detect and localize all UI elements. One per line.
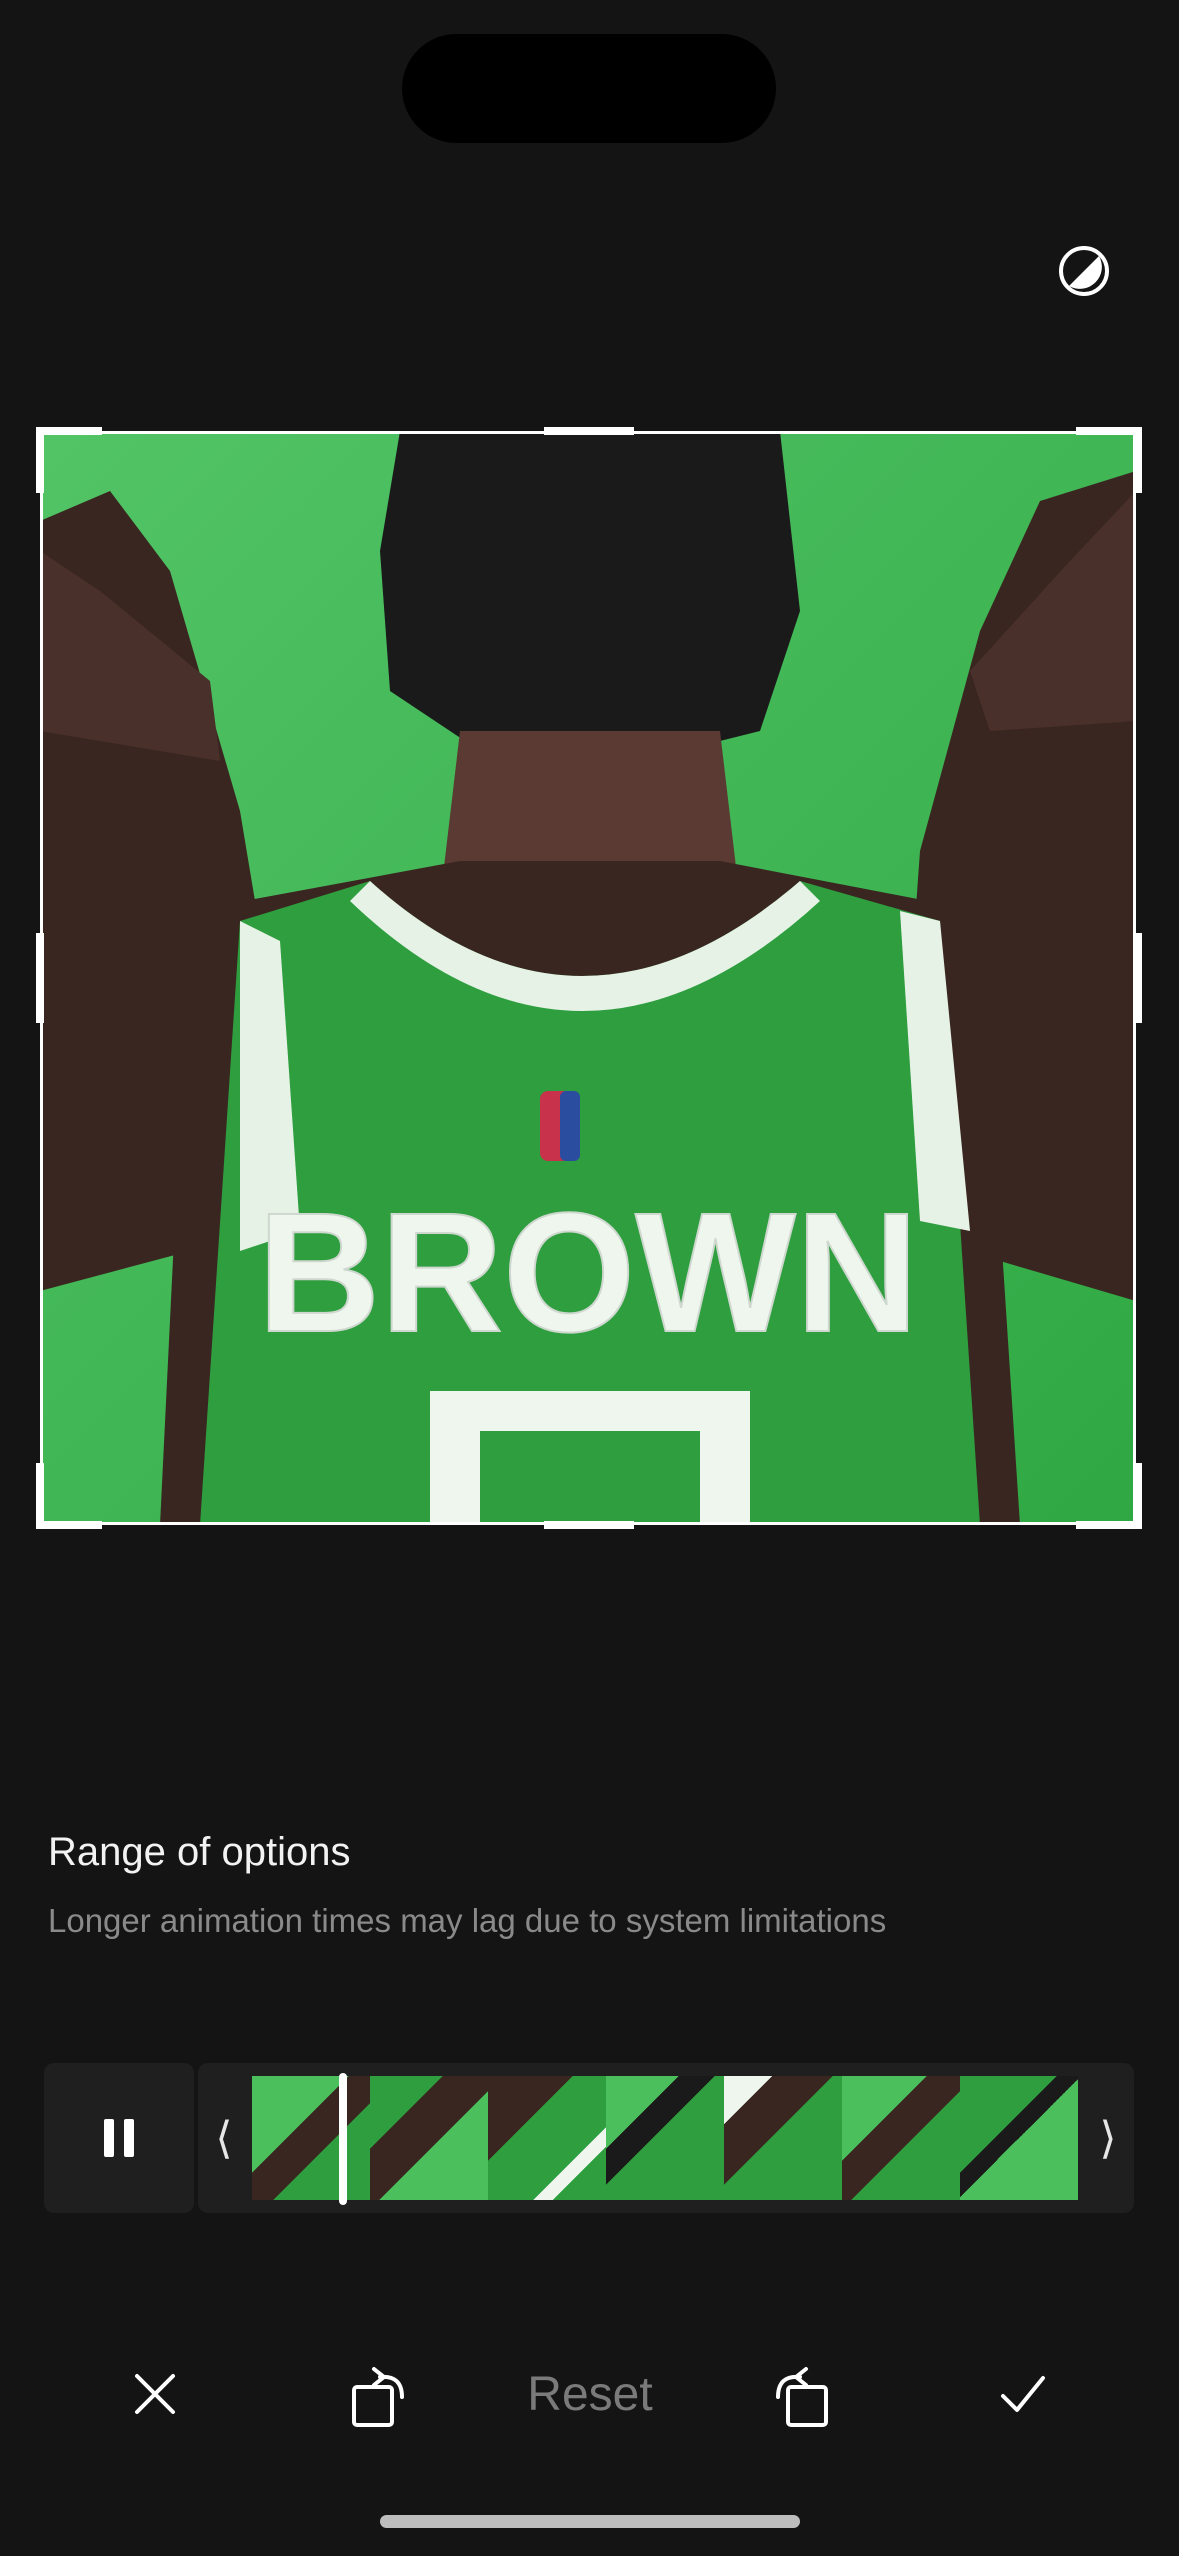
reset-label: Reset	[527, 2367, 653, 2421]
crop-handle-top-left[interactable]	[36, 427, 102, 435]
close-icon	[135, 2374, 175, 2414]
pause-button[interactable]	[44, 2063, 194, 2213]
timeline-frame	[370, 2076, 488, 2200]
crop-handle-bottom-left-v[interactable]	[36, 1463, 44, 1529]
crop-handle-bottom-right[interactable]	[1076, 1521, 1142, 1529]
pause-icon	[104, 2119, 134, 2157]
timeline-frame	[488, 2076, 606, 2200]
timeline-frame	[960, 2076, 1078, 2200]
crop-handle-right[interactable]	[1134, 933, 1142, 1023]
crop-handle-left[interactable]	[36, 933, 44, 1023]
reset-button[interactable]: Reset	[500, 2344, 680, 2444]
options-subtitle: Longer animation times may lag due to sy…	[48, 1902, 887, 1939]
timeline-frame	[252, 2076, 370, 2200]
dynamic-island	[402, 34, 776, 143]
timeline-frame	[842, 2076, 960, 2200]
contrast-button[interactable]	[1056, 243, 1112, 299]
timeline-strip[interactable]: ⟨ ⟩	[198, 2063, 1134, 2213]
crop-handle-bottom-right-v[interactable]	[1134, 1463, 1142, 1529]
preview-image: BROWN	[40, 431, 1136, 1525]
rotate-left-icon	[352, 2367, 404, 2427]
rotate-left-button[interactable]	[330, 2344, 420, 2444]
crop-handle-top-right[interactable]	[1076, 427, 1142, 435]
checkmark-icon	[1001, 2376, 1045, 2412]
cancel-button[interactable]	[110, 2344, 200, 2444]
crop-handle-top-left-v[interactable]	[36, 427, 44, 493]
chevron-right-icon: ⟩	[1099, 2113, 1117, 2163]
timeline-frame	[606, 2076, 724, 2200]
video-preview[interactable]: BROWN	[40, 431, 1136, 1525]
trim-left-handle[interactable]: ⟨	[198, 2063, 250, 2213]
chevron-left-icon: ⟨	[215, 2113, 233, 2163]
options-title: Range of options	[48, 1830, 351, 1874]
rotate-right-button[interactable]	[760, 2344, 850, 2444]
timeline-frames[interactable]	[252, 2076, 1078, 2200]
crop-handle-top-right-v[interactable]	[1134, 427, 1142, 493]
rotate-right-icon	[776, 2367, 828, 2427]
timeline-playhead[interactable]	[339, 2073, 347, 2205]
confirm-button[interactable]	[978, 2344, 1068, 2444]
trim-right-handle[interactable]: ⟩	[1082, 2063, 1134, 2213]
crop-handle-top[interactable]	[544, 427, 634, 435]
crop-handle-bottom[interactable]	[544, 1521, 634, 1529]
contrast-icon	[1059, 246, 1109, 296]
jersey-name: BROWN	[258, 1178, 919, 1368]
timeline-frame	[724, 2076, 842, 2200]
home-indicator[interactable]	[380, 2515, 800, 2528]
crop-handle-bottom-left[interactable]	[36, 1521, 102, 1529]
